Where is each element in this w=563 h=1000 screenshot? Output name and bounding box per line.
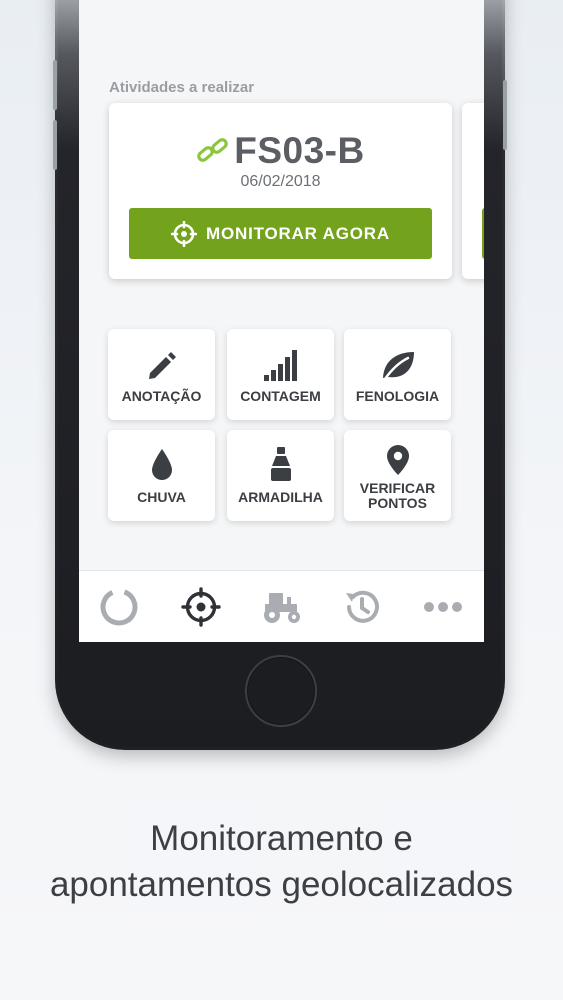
pencil-icon <box>146 345 178 381</box>
bars-icon <box>263 345 299 381</box>
tab-more[interactable] <box>421 585 465 629</box>
more-icon <box>423 601 463 613</box>
action-tile-armadilha[interactable]: ARMADILHA <box>227 430 334 521</box>
action-label: FENOLOGIA <box>355 388 440 404</box>
action-label: ANOTAÇÃO <box>121 388 202 404</box>
action-label: CONTAGEM <box>240 388 321 404</box>
phone-power-button <box>503 80 507 150</box>
progress-ring-icon <box>99 587 139 627</box>
monitor-now-label: MONITORAR AGORA <box>206 223 390 243</box>
action-tile-anotacao[interactable]: ANOTAÇÃO <box>108 329 215 420</box>
action-label: VERIFICAR PONTOS <box>359 480 436 511</box>
tab-history[interactable] <box>340 585 384 629</box>
action-tile-verificar-pontos[interactable]: VERIFICAR PONTOS <box>344 430 451 521</box>
tractor-icon <box>261 590 303 624</box>
activity-date: 06/02/2018 <box>240 173 321 190</box>
activity-card-next[interactable] <box>462 103 484 279</box>
monitor-now-button[interactable] <box>482 208 484 259</box>
trap-icon <box>268 446 294 482</box>
drop-icon <box>150 446 174 482</box>
caption-line-1: Monitoramento e <box>150 819 413 858</box>
activity-card[interactable]: FS03-B 06/02/2018 MONITORAR AGORA <box>109 103 452 279</box>
action-label: CHUVA <box>137 489 186 505</box>
app-screen: Atividades a realizar FS03-B 06/02/2018 <box>79 0 484 642</box>
tab-monitor[interactable] <box>179 585 223 629</box>
map-pin-icon <box>385 444 411 476</box>
action-tile-fenologia[interactable]: FENOLOGIA <box>344 329 451 420</box>
tab-tractor[interactable] <box>260 585 304 629</box>
action-label: ARMADILHA <box>238 489 323 505</box>
phone-side-button <box>53 60 57 110</box>
caption-line-2: apontamentos geolocalizados <box>49 865 514 904</box>
phone-side-button <box>53 120 57 170</box>
activity-title: FS03-B <box>234 130 365 171</box>
crosshair-icon <box>181 587 221 627</box>
activities-section-label: Atividades a realizar <box>109 79 255 96</box>
home-button[interactable] <box>245 655 317 727</box>
action-tile-chuva[interactable]: CHUVA <box>108 430 215 521</box>
action-tile-contagem[interactable]: CONTAGEM <box>227 329 334 420</box>
tab-progress[interactable] <box>97 585 141 629</box>
history-icon <box>342 587 382 627</box>
monitor-now-button[interactable]: MONITORAR AGORA <box>129 208 432 259</box>
promo-caption: Monitoramento e apontamentos geolocaliza… <box>0 816 563 908</box>
leaf-icon <box>380 345 416 381</box>
crosshair-icon <box>171 220 206 247</box>
bottom-tab-bar <box>79 570 484 642</box>
chain-link-icon <box>196 138 230 164</box>
